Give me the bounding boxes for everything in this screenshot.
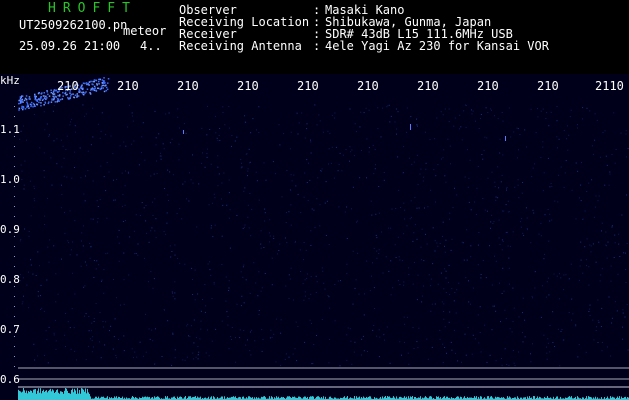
app-title: HROFFT — [48, 1, 137, 16]
x-tick-label: 210 — [237, 79, 259, 93]
y-tick-label: 0.6 — [0, 373, 20, 386]
noise-layer — [14, 104, 629, 367]
x-tick-label: 210 — [477, 79, 499, 93]
timestamp: 25.09.26 21:00 — [19, 39, 121, 53]
x-tick-label: 210 — [117, 79, 139, 93]
x-tick-label: 210 — [417, 79, 439, 93]
spectrogram-canvas — [14, 77, 629, 400]
meteor-count: 4.. — [140, 39, 162, 53]
x-tick-label: 210 — [357, 79, 379, 93]
x-tick-label: 210 — [297, 79, 319, 93]
y-axis-unit: kHz — [0, 74, 20, 87]
y-tick-label: 1.0 — [0, 173, 20, 186]
spectrogram-plot — [0, 74, 629, 400]
x-tick-label: 210 — [57, 79, 79, 93]
station-info: Observer: Masaki Kano Receiving Location:… — [179, 4, 549, 52]
file-name: UT2509262100.pn — [19, 18, 128, 32]
info-row-antenna: Receiving Antenna:4ele Yagi Az 230 for K… — [179, 39, 549, 53]
y-tick-label: 1.1 — [0, 123, 20, 136]
y-tick-label: 0.8 — [0, 273, 20, 286]
x-tick-label: 210 — [537, 79, 559, 93]
y-tick-label: 0.9 — [0, 223, 20, 236]
spectrum-strip — [18, 388, 629, 400]
y-tick-label: 0.7 — [0, 323, 20, 336]
x-tick-label: 210 — [177, 79, 199, 93]
event-tag: meteor — [123, 24, 167, 38]
header-panel: HROFFT UT2509262100.pn meteor 25.09.26 2… — [0, 0, 629, 74]
x-tick-label: 2110 — [595, 79, 624, 93]
